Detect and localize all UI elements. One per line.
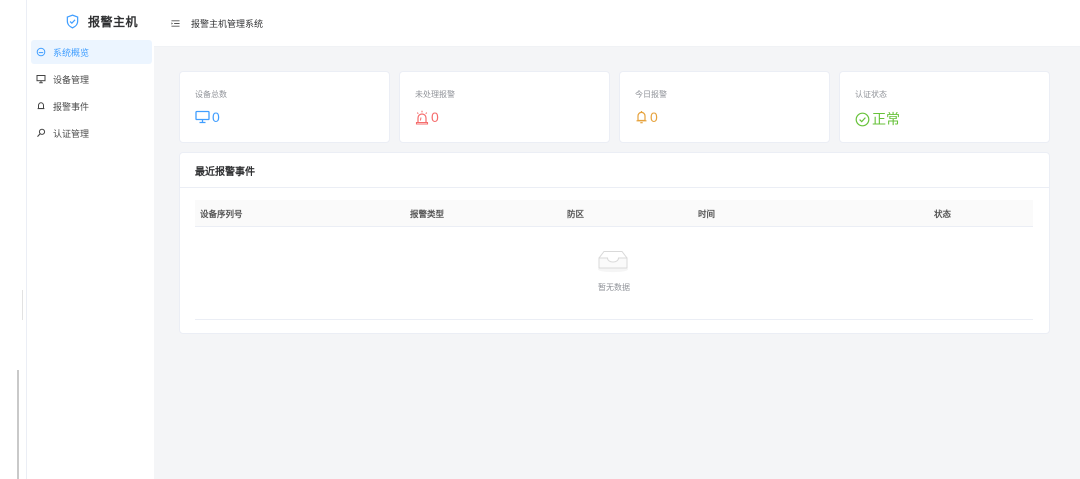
- column-header-time[interactable]: 时间: [698, 208, 715, 220]
- column-header-status[interactable]: 状态: [934, 208, 951, 220]
- stat-value: 0: [212, 109, 220, 125]
- sidebar-item-alarm-events[interactable]: 报警事件: [31, 94, 152, 118]
- main-content: 设备总数 0 未处理报警 0 今日报警 0 认证状态 正常 最近报警事件 设备序…: [154, 47, 1080, 479]
- monitor-icon: [36, 75, 46, 84]
- alarm-siren-icon: [415, 110, 429, 125]
- dashboard-icon: [36, 47, 46, 57]
- sidebar-item-label: 报警事件: [53, 101, 90, 112]
- monitor-icon: [195, 110, 210, 124]
- stat-value: 正常: [872, 111, 900, 127]
- top-header: 报警主机管理系统: [154, 0, 1080, 47]
- events-table: 设备序列号 报警类型 防区 时间 状态 暂无数据: [195, 200, 1033, 320]
- stat-value: 0: [431, 109, 439, 125]
- sidebar-item-label: 设备管理: [53, 74, 90, 85]
- stat-value-row: 0: [415, 109, 439, 125]
- table-header: 设备序列号 报警类型 防区 时间 状态: [195, 200, 1033, 227]
- app-logo: 报警主机: [65, 13, 138, 30]
- table-empty-state: 暂无数据: [195, 227, 1033, 320]
- sidebar: 报警主机 系统概览 设备管理 报警事件 认证管理: [26, 0, 155, 479]
- panel-title: 最近报警事件: [180, 153, 1049, 188]
- breadcrumb[interactable]: 报警主机管理系统: [191, 17, 263, 30]
- stat-card-device-total: 设备总数 0: [179, 71, 390, 143]
- app-title: 报警主机: [88, 15, 139, 29]
- stat-value-row: 正常: [855, 109, 900, 129]
- stat-card-today-alarms: 今日报警 0: [619, 71, 830, 143]
- stat-title: 今日报警: [635, 90, 667, 99]
- check-circle-icon: [855, 112, 870, 126]
- empty-inbox-icon: [598, 251, 628, 273]
- column-header-alarm-type[interactable]: 报警类型: [410, 208, 444, 220]
- stat-title: 未处理报警: [415, 90, 455, 99]
- window-divider: [22, 290, 23, 320]
- sidebar-item-label: 认证管理: [53, 128, 90, 139]
- sidebar-item-label: 系统概览: [53, 47, 90, 58]
- recent-events-panel: 最近报警事件 设备序列号 报警类型 防区 时间 状态 暂无数据: [179, 152, 1050, 334]
- stat-card-unhandled-alarms: 未处理报警 0: [399, 71, 610, 143]
- column-header-serial[interactable]: 设备序列号: [200, 208, 243, 220]
- window-scrollbar[interactable]: [17, 370, 19, 479]
- stat-value: 0: [650, 109, 658, 125]
- stat-card-auth-status: 认证状态 正常: [839, 71, 1050, 143]
- sidebar-item-devices[interactable]: 设备管理: [31, 67, 152, 91]
- app-frame: 报警主机 系统概览 设备管理 报警事件 认证管理 报警主机管理系统 设备总数 0…: [0, 0, 1080, 479]
- bell-icon: [37, 102, 45, 110]
- key-icon: [37, 128, 46, 137]
- stat-value-row: 0: [195, 109, 220, 125]
- sidebar-item-overview[interactable]: 系统概览: [31, 40, 152, 64]
- stat-title: 设备总数: [195, 90, 227, 99]
- menu-fold-icon[interactable]: [171, 19, 180, 28]
- stat-title: 认证状态: [855, 90, 887, 99]
- empty-text: 暂无数据: [598, 283, 630, 292]
- bell-icon: [636, 111, 647, 124]
- column-header-zone[interactable]: 防区: [567, 208, 584, 220]
- shield-check-icon: [66, 14, 79, 29]
- sidebar-item-auth[interactable]: 认证管理: [31, 121, 152, 145]
- stat-value-row: 0: [635, 109, 658, 125]
- sidebar-menu: 系统概览 设备管理 报警事件 认证管理: [31, 40, 152, 148]
